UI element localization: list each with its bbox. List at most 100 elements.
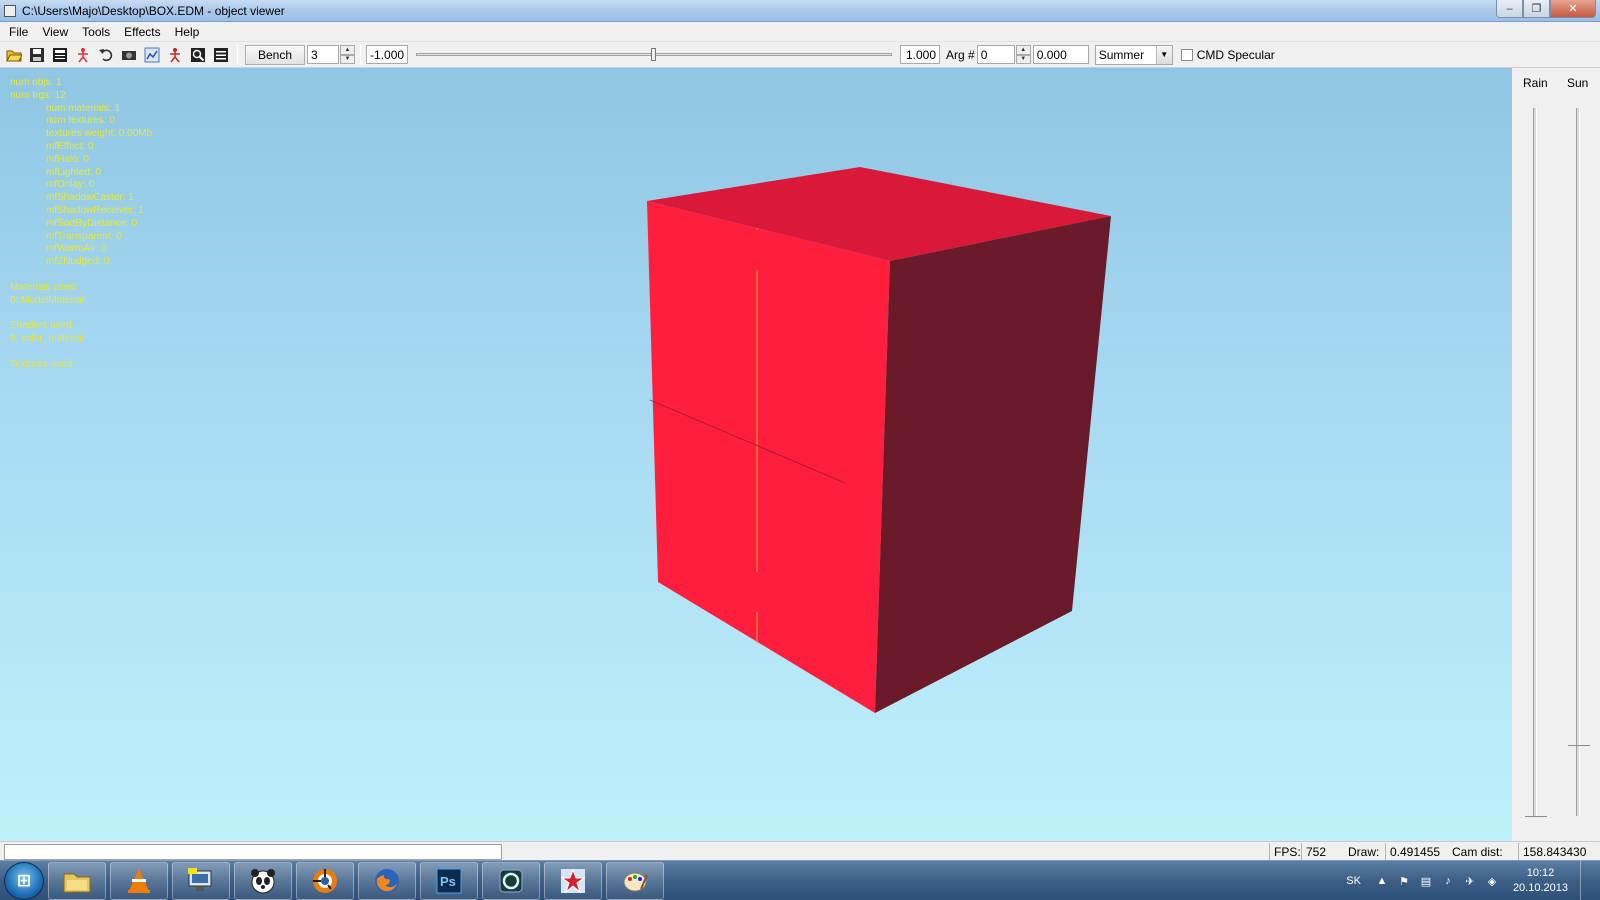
toolbar-separator — [360, 44, 362, 65]
plane-icon[interactable]: ✈ — [1462, 874, 1478, 888]
slider-thumb[interactable] — [651, 48, 657, 61]
paint-icon[interactable] — [606, 861, 664, 900]
stat-line: num textures: 0 — [46, 115, 115, 127]
start-button[interactable]: ⊞ — [4, 861, 44, 900]
stat-line: num trgs: 12 — [10, 89, 66, 101]
menu-effects[interactable]: Effects — [117, 22, 167, 42]
menu-help[interactable]: Help — [168, 22, 207, 42]
show-desktop-button[interactable] — [1580, 861, 1594, 900]
status-bar: FPS: 752 Draw: 0.491455 Cam dist: 158.84… — [0, 841, 1600, 860]
bench-button[interactable]: Bench — [245, 44, 306, 65]
stat-spacer — [10, 269, 152, 282]
app-s-icon[interactable] — [482, 861, 540, 900]
toolbar: Bench 3 ▲ ▼ -1.000 1.000 Arg # 0 ▲ ▼ 0.0… — [0, 42, 1600, 68]
explorer-icon[interactable] — [48, 861, 106, 900]
open-folder-icon[interactable] — [5, 46, 23, 64]
search-icon[interactable] — [189, 46, 207, 64]
stat-line: textures weight: 0.00Mb — [46, 128, 153, 140]
bench-count-field[interactable]: 3 — [307, 45, 340, 64]
stat-line: mfZNudged: 0 — [46, 256, 110, 268]
arg-value-field[interactable]: 0.000 — [1032, 45, 1089, 64]
menu-file[interactable]: File — [2, 22, 35, 42]
rain-slider[interactable] — [1533, 108, 1537, 816]
close-button[interactable]: ✕ — [1550, 0, 1596, 18]
stat-line: num materials: 1 — [46, 102, 120, 114]
spin-down-icon[interactable]: ▼ — [340, 54, 356, 64]
figure-red-icon[interactable] — [166, 46, 184, 64]
fps-value: 752 — [1301, 843, 1345, 860]
stat-line: mfTransparent: 0 — [46, 230, 122, 242]
system-tray: SK ▲ ⚑ ▤ ♪ ✈ ◈ 10:12 20.10.2013 — [1343, 861, 1594, 900]
viewport-3d[interactable]: num objs: 1 num trgs: 12 num materials: … — [0, 68, 1512, 841]
chevron-up-icon[interactable]: ▲ — [1374, 874, 1390, 888]
app-icon — [4, 4, 16, 17]
volume-icon[interactable]: ♪ — [1440, 874, 1456, 888]
materials-header: Materials used: — [10, 281, 78, 293]
figure-icon[interactable] — [74, 46, 92, 64]
firefox-icon[interactable] — [358, 861, 416, 900]
sun-slider-thumb[interactable] — [1568, 745, 1590, 751]
specular-checkbox[interactable] — [1180, 48, 1193, 61]
specular-label: CMD Specular — [1196, 47, 1275, 62]
stat-line: mfOnlay: 0 — [46, 179, 95, 191]
spin-up-icon[interactable]: ▲ — [340, 45, 356, 55]
panda-icon[interactable] — [234, 861, 292, 900]
range-max-field[interactable]: 1.000 — [900, 45, 941, 64]
cube-side-face — [875, 216, 1111, 713]
photoshop-icon[interactable]: Ps — [420, 861, 478, 900]
chevron-down-icon[interactable]: ▼ — [1155, 45, 1172, 64]
shaders-header: Shaders used: — [10, 320, 75, 332]
vlc-icon[interactable] — [110, 861, 168, 900]
arg-slider[interactable] — [414, 45, 894, 64]
spin-down-icon[interactable]: ▼ — [1015, 54, 1031, 64]
graph-icon[interactable] — [143, 46, 161, 64]
rain-slider-thumb[interactable] — [1525, 816, 1547, 822]
list-icon[interactable] — [212, 46, 230, 64]
arg-spinner[interactable]: ▲ ▼ — [1015, 45, 1031, 64]
clock[interactable]: 10:12 20.10.2013 — [1513, 866, 1568, 896]
cube-front-face — [647, 201, 890, 713]
blender-icon[interactable] — [296, 861, 354, 900]
sun-slider[interactable] — [1576, 108, 1580, 816]
restore-button[interactable]: ❐ — [1523, 0, 1550, 18]
toolbar-separator — [237, 44, 238, 65]
arg-label: Arg # — [946, 47, 975, 62]
range-min-field[interactable]: -1.000 — [366, 45, 409, 64]
stat-line: mfShadowReceiver: 1 — [46, 204, 144, 216]
stat-line: num objs: 1 — [10, 77, 62, 88]
stat-line: mfSortByDistance: 0 — [46, 217, 138, 229]
command-input[interactable] — [4, 844, 502, 860]
menu-tools[interactable]: Tools — [75, 22, 117, 42]
network-icon[interactable]: ▤ — [1418, 874, 1434, 888]
undo-icon[interactable] — [97, 46, 115, 64]
stats-overlay: num objs: 1 num trgs: 12 num materials: … — [10, 77, 152, 371]
flag-icon[interactable]: ⚑ — [1396, 874, 1412, 888]
stat-spacer — [10, 307, 152, 320]
stat-line: mfHalo: 0 — [46, 153, 89, 165]
rain-label: Rain — [1523, 76, 1548, 90]
stat-line: mfEffect: 0 — [46, 140, 94, 152]
menu-bar: File View Tools Effects Help — [0, 22, 1600, 42]
save-icon[interactable] — [28, 46, 46, 64]
svg-text:Ps: Ps — [440, 874, 456, 889]
shield-icon[interactable]: ◈ — [1484, 874, 1500, 888]
cam-dist-label: Cam dist: — [1452, 844, 1503, 859]
bench-spinner[interactable]: ▲ ▼ — [340, 45, 356, 64]
arg-index-field[interactable]: 0 — [976, 45, 1015, 64]
camera-icon[interactable] — [120, 46, 138, 64]
spin-up-icon[interactable]: ▲ — [1015, 45, 1031, 55]
window-controls: – ❐ ✕ — [1496, 0, 1596, 18]
taskbar: ⊞ Ps SK ▲ ⚑ ▤ ♪ ✈ ◈ 10:12 20.10.2013 — [0, 860, 1600, 900]
clock-time: 10:12 — [1526, 867, 1555, 879]
computer-icon[interactable] — [172, 861, 230, 900]
season-select[interactable]: Summer ▼ — [1094, 44, 1173, 65]
minimize-button[interactable]: – — [1496, 0, 1523, 18]
menu-view[interactable]: View — [35, 22, 75, 42]
title-bar: C:\Users\Majo\Desktop\BOX.EDM - object v… — [0, 0, 1600, 22]
language-indicator[interactable]: SK — [1346, 874, 1361, 888]
save-as-icon[interactable] — [51, 46, 69, 64]
cube-render — [647, 167, 1111, 713]
draw-value: 0.491455 — [1385, 843, 1447, 860]
draw-label: Draw: — [1348, 844, 1380, 859]
star-icon[interactable] — [544, 861, 602, 900]
